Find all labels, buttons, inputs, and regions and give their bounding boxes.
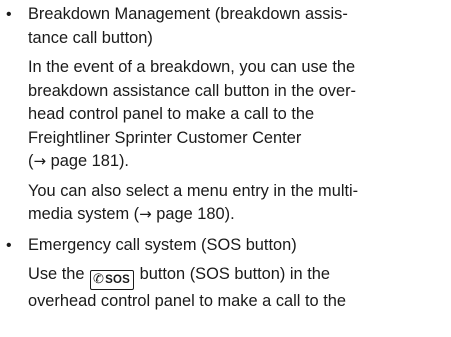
page-reference[interactable]: (→ page 181).	[28, 150, 451, 174]
bullet: •	[6, 6, 12, 23]
paragraph-text: media system (	[28, 205, 140, 223]
sos-label: SOS	[105, 274, 131, 286]
item-title-line: tance call button)	[28, 28, 153, 47]
paragraph-line: breakdown assistance call button in the …	[28, 81, 356, 100]
paragraph-line: You can also select a menu entry in the …	[28, 181, 359, 200]
sos-button-symbol: ✆SOS	[90, 270, 135, 290]
paragraph-line: Use the ✆SOS button (SOS button) in the	[28, 263, 451, 290]
item-title-line: Emergency call system (SOS button)	[28, 235, 297, 254]
arrow-icon: →	[139, 205, 152, 223]
paragraph-text: button (SOS button) in the	[135, 265, 331, 283]
page-reference-text[interactable]: page 180).	[152, 205, 234, 223]
paragraph-line: overhead control panel to make a call to…	[28, 292, 346, 310]
paragraph-multimedia-menu: You can also select a menu entry in the …	[28, 180, 451, 227]
manual-page: • Breakdown Management (breakdown assis-…	[0, 0, 451, 337]
list-item-emergency-call: • Emergency call system (SOS button) Use…	[0, 234, 451, 314]
page-reference-text: page 181).	[46, 152, 129, 170]
paragraph-sos: Use the ✆SOS button (SOS button) in the …	[28, 263, 451, 314]
arrow-icon: →	[33, 152, 47, 170]
paragraph-line: In the event of a breakdown, you can use…	[28, 58, 356, 76]
paragraph-line: media system (→ page 180).	[28, 203, 451, 227]
item-title-line: Breakdown Management (breakdown assis-	[28, 5, 348, 23]
phone-icon: ✆	[93, 272, 105, 287]
list-item-breakdown-management: • Breakdown Management (breakdown assis-…	[0, 3, 451, 227]
paragraph-text: Use the	[28, 265, 90, 283]
bullet: •	[6, 236, 12, 254]
paragraph-line: Freightliner Sprinter Customer Center	[28, 128, 302, 147]
paragraph-breakdown-call: In the event of a breakdown, you can use…	[28, 56, 451, 174]
paragraph-line: head control panel to make a call to the	[28, 105, 315, 123]
